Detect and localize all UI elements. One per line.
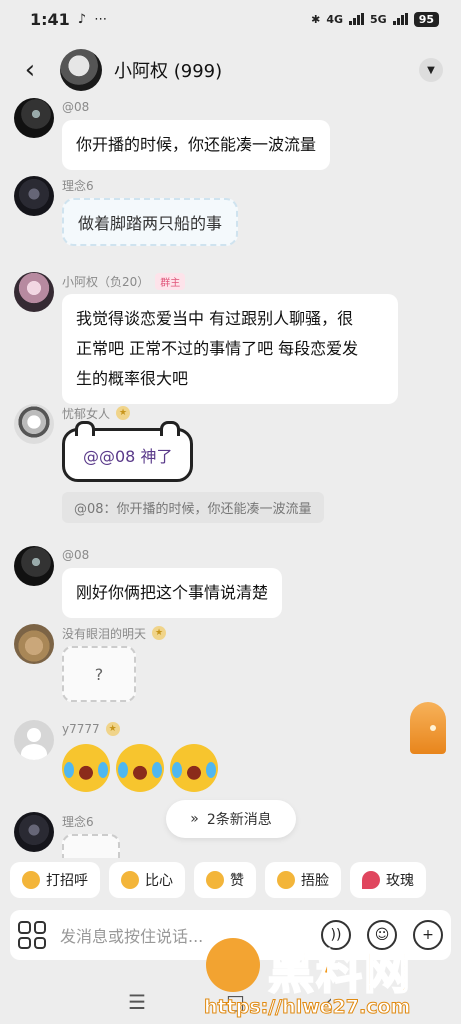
emoji-message[interactable] xyxy=(62,744,218,792)
group-avatar[interactable] xyxy=(60,49,102,91)
avatar[interactable] xyxy=(14,176,54,216)
rose-emoji-icon xyxy=(362,871,380,889)
chevron-down-icon[interactable]: ▼ xyxy=(419,58,443,82)
quick-reply-like[interactable]: 赞 xyxy=(194,862,256,898)
quick-reply-rose[interactable]: 玫瑰 xyxy=(350,862,426,898)
quick-reply-label: 比心 xyxy=(145,873,173,889)
group-owner-badge: 群主 xyxy=(155,272,186,290)
signal-icon-2 xyxy=(392,13,408,25)
sender-name-text: 忧郁女人 xyxy=(62,406,111,421)
quick-reply-facepalm[interactable]: 捂脸 xyxy=(265,862,341,898)
message-line: 我觉得谈恋爱当中 有过跟别人聊骚，很 xyxy=(76,309,354,328)
sender-name[interactable]: @08 xyxy=(62,546,282,564)
facepalm-emoji-icon xyxy=(277,871,295,889)
thumbs-up-emoji-icon xyxy=(206,871,224,889)
quick-reply-greet[interactable]: 打招呼 xyxy=(10,862,100,898)
sender-name[interactable]: y7777 ★ xyxy=(62,720,218,738)
message-bubble[interactable]: 刚好你俩把这个事情说清楚 xyxy=(62,568,283,618)
message-item: @08 你开播的时候，你还能凑一波流量 xyxy=(14,98,331,170)
tiktok-notification-icon: ♪ ⋯ xyxy=(77,11,110,27)
sender-name[interactable]: @08 xyxy=(62,98,330,116)
sender-name-text: 没有眼泪的明天 xyxy=(62,626,147,641)
tears-of-joy-emoji-icon xyxy=(170,744,218,792)
signal-icon xyxy=(349,13,364,25)
level-badge-icon: ★ xyxy=(116,406,131,420)
tears-of-joy-emoji-icon xyxy=(62,744,110,792)
battery-level: 95 xyxy=(413,11,439,27)
sender-name-text: y7777 xyxy=(62,722,100,736)
sticker-message[interactable]: @@08 神了 xyxy=(62,421,194,482)
tears-of-joy-emoji-icon xyxy=(116,744,164,792)
menu-nav-icon[interactable]: ☰ xyxy=(128,990,146,1014)
message-item: 小阿权（负20） 群主 我觉得谈恋爱当中 有过跟别人聊骚，很 正常吧 正常不过的… xyxy=(14,272,398,404)
wave-emoji-icon xyxy=(22,871,40,889)
message-list[interactable]: @08 你开播的时候，你还能凑一波流量 理念6 做着脚踏两只船的事 小阿权（负2… xyxy=(0,96,461,860)
message-item: 理念6 做着脚踏两只船的事 xyxy=(14,176,239,246)
back-arrow-icon[interactable]: ‹ xyxy=(18,55,42,85)
finger-heart-emoji-icon xyxy=(121,871,139,889)
quick-reply-label: 赞 xyxy=(230,873,244,889)
avatar[interactable] xyxy=(14,546,54,586)
avatar[interactable] xyxy=(14,98,54,138)
sticker-message[interactable]: 做着脚踏两只船的事 xyxy=(62,198,239,246)
quick-reply-heart[interactable]: 比心 xyxy=(109,862,185,898)
level-badge-icon: ★ xyxy=(105,722,120,736)
avatar[interactable] xyxy=(14,624,54,664)
avatar[interactable] xyxy=(14,812,54,852)
sender-name[interactable]: 理念6 xyxy=(62,176,238,194)
network-label-4g: 4G xyxy=(326,12,343,26)
message-bubble[interactable]: 你开播的时候，你还能凑一波流量 xyxy=(62,120,331,170)
avatar[interactable] xyxy=(14,272,54,312)
quick-reply-label: 捂脸 xyxy=(301,873,329,889)
apps-grid-icon[interactable] xyxy=(18,921,46,949)
sender-name[interactable]: 没有眼泪的明天 ★ xyxy=(62,624,167,642)
avatar[interactable] xyxy=(14,404,54,444)
sticker-message[interactable]: ? xyxy=(62,646,136,702)
message-bubble[interactable]: 我觉得谈恋爱当中 有过跟别人聊骚，很 正常吧 正常不过的事情了吧 每段恋爱发 生… xyxy=(62,294,398,404)
double-chevron-down-icon: » xyxy=(190,811,199,827)
bluetooth-icon: ✱ xyxy=(311,12,321,26)
network-label-5g: 5G xyxy=(370,12,387,26)
message-line: 生的概率很大吧 xyxy=(76,369,189,388)
quoted-reply[interactable]: @08：你开播的时候，你还能凑一波流量 xyxy=(62,492,324,523)
voice-icon[interactable]: )) xyxy=(321,920,351,950)
new-messages-button[interactable]: » 2条新消息 xyxy=(166,800,296,838)
message-item: @08 刚好你俩把这个事情说清楚 xyxy=(14,546,283,618)
home-nav-icon[interactable]: □ xyxy=(226,990,245,1014)
message-input[interactable]: 发消息或按住说话... xyxy=(60,923,305,947)
chat-title[interactable]: 小阿权 (999) xyxy=(114,57,222,83)
back-nav-icon[interactable]: ‹ xyxy=(325,990,333,1014)
status-bar: 1:41 ♪ ⋯ ✱ 4G 5G 95 xyxy=(0,0,461,38)
floating-door-icon[interactable] xyxy=(410,702,446,754)
sender-name[interactable]: 理念6 xyxy=(62,812,120,830)
status-time: 1:41 xyxy=(30,9,70,29)
message-item: 理念6 xyxy=(14,812,120,858)
quick-reply-label: 打招呼 xyxy=(46,873,88,889)
emoji-icon[interactable]: ☺ xyxy=(367,920,397,950)
sticker-message[interactable] xyxy=(62,834,120,858)
message-line: 正常吧 正常不过的事情了吧 每段恋爱发 xyxy=(76,339,359,358)
sender-name[interactable]: 小阿权（负20） 群主 xyxy=(62,272,398,290)
sender-name[interactable]: 忧郁女人 ★ xyxy=(62,404,324,422)
system-nav-bar: ☰ □ ‹ xyxy=(0,980,461,1024)
quick-reply-label: 玫瑰 xyxy=(386,873,414,889)
status-indicators: ✱ 4G 5G 95 xyxy=(311,11,439,27)
chat-header: ‹ 小阿权 (999) ▼ xyxy=(0,40,461,100)
message-item: 没有眼泪的明天 ★ ? xyxy=(14,624,167,702)
message-item: 忧郁女人 ★ @@08 神了 @08：你开播的时候，你还能凑一波流量 xyxy=(14,404,324,523)
plus-icon[interactable]: + xyxy=(413,920,443,950)
avatar[interactable] xyxy=(14,720,54,760)
level-badge-icon: ★ xyxy=(152,626,167,640)
quick-reply-bar: 打招呼 比心 赞 捂脸 玫瑰 xyxy=(0,862,461,902)
new-messages-label: 2条新消息 xyxy=(206,812,272,828)
message-item: y7777 ★ xyxy=(14,720,218,792)
sender-name-text: 小阿权（负20） xyxy=(62,274,150,289)
message-composer: 发消息或按住说话... )) ☺ + xyxy=(10,910,451,960)
